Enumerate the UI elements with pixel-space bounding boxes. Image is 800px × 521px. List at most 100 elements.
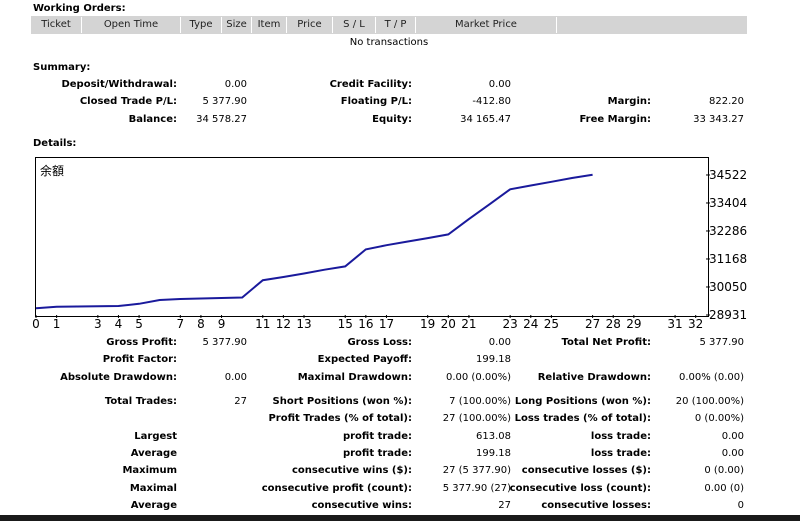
largest-label: Largest bbox=[134, 431, 177, 442]
y-tick-label: 28931 bbox=[709, 308, 748, 322]
details-title: Details: bbox=[33, 138, 77, 149]
working-orders-header: Ticket Open Time Type Size Item Price S … bbox=[31, 16, 747, 34]
x-tick-label: 9 bbox=[217, 317, 226, 331]
x-tick-label: 4 bbox=[114, 317, 123, 331]
x-tick-label: 28 bbox=[605, 317, 621, 331]
free-margin-label: Free Margin: bbox=[579, 114, 651, 125]
avg-cons-wins-value: 27 bbox=[498, 500, 511, 511]
col-type[interactable]: Type bbox=[181, 16, 221, 34]
col-open-time[interactable]: Open Time bbox=[82, 16, 180, 34]
max-cons-losses-label: consecutive losses ($): bbox=[521, 465, 651, 476]
x-tick-label: 16 bbox=[358, 317, 374, 331]
col-tp[interactable]: T / P bbox=[376, 16, 415, 34]
largest-profit-value: 613.08 bbox=[476, 431, 511, 442]
col-market-price[interactable]: Market Price bbox=[416, 16, 556, 34]
x-tick-label: 32 bbox=[688, 317, 704, 331]
avg-cons-losses-label: consecutive losses: bbox=[541, 500, 651, 511]
balance-chart-frame bbox=[35, 157, 709, 317]
average-label: Average bbox=[130, 448, 177, 459]
closed-pl-value: 5 377.90 bbox=[202, 96, 247, 107]
absolute-drawdown-label: Absolute Drawdown: bbox=[60, 372, 177, 383]
x-tick-label: 25 bbox=[543, 317, 560, 331]
avg-cons-wins-label: consecutive wins: bbox=[311, 500, 412, 511]
equity-label: Equity: bbox=[372, 114, 412, 125]
deposit-value: 0.00 bbox=[224, 79, 247, 90]
gross-loss-value: 0.00 bbox=[488, 337, 511, 348]
maximal-drawdown-value: 0.00 (0.00%) bbox=[445, 372, 511, 383]
x-tick-label: 1 bbox=[52, 317, 61, 331]
average2-label: Average bbox=[130, 500, 177, 511]
margin-label: Margin: bbox=[607, 96, 651, 107]
x-tick-label: 11 bbox=[255, 317, 271, 331]
average-loss-value: 0.00 bbox=[721, 448, 744, 459]
max-cons-wins-value: 27 (5 377.90) bbox=[442, 465, 511, 476]
working-orders-title: Working Orders: bbox=[33, 3, 126, 14]
average-loss-label: loss trade: bbox=[590, 448, 651, 459]
loss-trades-value: 0 (0.00%) bbox=[694, 413, 744, 424]
short-positions-value: 7 (100.00%) bbox=[449, 396, 511, 407]
x-tick-label: 31 bbox=[667, 317, 683, 331]
profit-factor-label: Profit Factor: bbox=[102, 354, 177, 365]
col-size[interactable]: Size bbox=[222, 16, 251, 34]
col-sl[interactable]: S / L bbox=[333, 16, 375, 34]
margin-value: 822.20 bbox=[709, 96, 744, 107]
no-transactions-text: No transactions bbox=[349, 37, 429, 48]
col-item[interactable]: Item bbox=[252, 16, 286, 34]
gross-profit-label: Gross Profit: bbox=[106, 337, 177, 348]
x-tick-label: 23 bbox=[502, 317, 518, 331]
long-positions-value: 20 (100.00%) bbox=[675, 396, 744, 407]
balance-value: 34 578.27 bbox=[196, 114, 247, 125]
free-margin-value: 33 343.27 bbox=[693, 114, 744, 125]
total-trades-label: Total Trades: bbox=[104, 396, 177, 407]
y-tick-label: 33404 bbox=[709, 195, 748, 210]
gross-profit-value: 5 377.90 bbox=[202, 337, 247, 348]
largest-loss-label: loss trade: bbox=[590, 431, 651, 442]
x-tick-label: 15 bbox=[337, 317, 353, 331]
profit-trades-value: 27 (100.00%) bbox=[442, 413, 511, 424]
maximal-cons-profit-label: consecutive profit (count): bbox=[261, 483, 412, 494]
closed-pl-label: Closed Trade P/L: bbox=[79, 96, 177, 107]
x-tick-label: 12 bbox=[275, 317, 292, 331]
x-tick-label: 20 bbox=[440, 317, 456, 331]
chart-title: 余額 bbox=[40, 164, 65, 178]
x-tick-label: 27 bbox=[584, 317, 601, 331]
y-tick-label: 30050 bbox=[709, 279, 748, 294]
credit-label: Credit Facility: bbox=[329, 79, 412, 90]
x-tick-label: 3 bbox=[94, 317, 102, 331]
maximal-drawdown-label: Maximal Drawdown: bbox=[297, 372, 412, 383]
total-trades-value: 27 bbox=[234, 396, 247, 407]
maximal-label: Maximal bbox=[129, 483, 177, 494]
maximum-label: Maximum bbox=[122, 465, 177, 476]
x-tick-label: 17 bbox=[378, 317, 395, 331]
relative-drawdown-label: Relative Drawdown: bbox=[537, 372, 651, 383]
x-tick-label: 0 bbox=[32, 317, 40, 331]
credit-value: 0.00 bbox=[488, 79, 511, 90]
expected-payoff-value: 199.18 bbox=[476, 354, 511, 365]
total-net-profit-value: 5 377.90 bbox=[699, 337, 744, 348]
col-ticket[interactable]: Ticket bbox=[31, 16, 81, 34]
x-tick-label: 8 bbox=[197, 317, 205, 331]
avg-cons-losses-value: 0 bbox=[737, 500, 744, 511]
y-tick-label: 32286 bbox=[709, 223, 748, 238]
x-tick-label: 29 bbox=[626, 317, 642, 331]
x-tick-label: 13 bbox=[296, 317, 312, 331]
absolute-drawdown-value: 0.00 bbox=[224, 372, 247, 383]
floating-pl-label: Floating P/L: bbox=[340, 96, 412, 107]
col-price[interactable]: Price bbox=[287, 16, 332, 34]
taskbar-strip bbox=[0, 515, 800, 521]
y-tick-label: 34522 bbox=[709, 167, 748, 182]
loss-trades-label: Loss trades (% of total): bbox=[514, 413, 651, 424]
average-profit-value: 199.18 bbox=[476, 448, 511, 459]
relative-drawdown-value: 0.00% (0.00) bbox=[678, 372, 744, 383]
x-tick-label: 19 bbox=[420, 317, 436, 331]
floating-pl-value: -412.80 bbox=[472, 96, 511, 107]
balance-label: Balance: bbox=[128, 114, 177, 125]
equity-value: 34 165.47 bbox=[460, 114, 511, 125]
maximal-cons-loss-label: consecutive loss (count): bbox=[509, 483, 651, 494]
maximal-cons-profit-value: 5 377.90 (27) bbox=[442, 483, 511, 494]
largest-loss-value: 0.00 bbox=[721, 431, 744, 442]
x-tick-label: 21 bbox=[461, 317, 477, 331]
max-cons-losses-value: 0 (0.00) bbox=[704, 465, 744, 476]
x-tick-label: 24 bbox=[523, 317, 539, 331]
summary-title: Summary: bbox=[33, 62, 91, 73]
